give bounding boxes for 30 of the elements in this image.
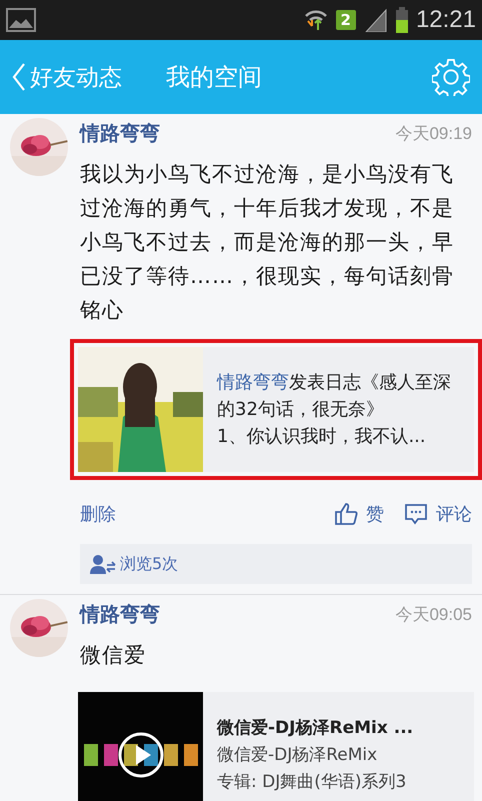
article-summary: 情路弯弯发表日志《感人至深的32句话，很无奈》 <box>217 371 452 422</box>
post-text: 微信爱 <box>80 642 147 669</box>
article-excerpt: 1、你认识我时，我不认... <box>217 425 427 449</box>
play-icon[interactable] <box>118 732 164 778</box>
settings-icon <box>432 58 470 96</box>
gallery-icon <box>6 8 36 32</box>
song-subtitle: 微信爱-DJ杨泽ReMix <box>217 744 378 766</box>
view-count: 浏览5次 <box>120 554 178 574</box>
delete-link[interactable]: 删除 <box>80 502 116 526</box>
author-link[interactable]: 情路弯弯 <box>217 372 289 393</box>
page-title: 我的空间 <box>166 62 262 93</box>
author-name[interactable]: 情路弯弯 <box>80 120 160 147</box>
music-card[interactable]: 微信爱-DJ杨泽ReMix ... 微信爱-DJ杨泽ReMix 专辑: DJ舞曲(华语)系列3 <box>78 692 474 801</box>
article-card[interactable]: 情路弯弯发表日志《感人至深的32句话，很无奈》 1、你认识我时，我不认... <box>78 347 474 472</box>
comment-icon <box>404 502 428 526</box>
post-time: 今天09:05 <box>395 604 472 626</box>
signal-icon <box>364 8 388 32</box>
song-title: 微信爱-DJ杨泽ReMix ... <box>217 716 414 740</box>
thumbs-up-icon <box>334 502 358 526</box>
visitor-icon <box>90 554 116 574</box>
album-name: 专辑: DJ舞曲(华语)系列3 <box>217 770 408 794</box>
wifi-icon <box>304 8 328 32</box>
post-time: 今天09:19 <box>395 123 472 145</box>
status-time: 12:21 <box>416 6 476 34</box>
sim-badge: 2 <box>336 10 356 30</box>
battery-icon <box>396 7 408 33</box>
comment-button[interactable]: 评论 <box>404 502 472 526</box>
like-button[interactable]: 赞 <box>334 502 384 526</box>
post-text: 我以为小鸟飞不过沧海，是小鸟没有飞过沧海的勇气，十年后我才发现，不是小鸟飞不过去，而是沧海的那一头，早已没了等待……，很现实，每句话刻骨铭心 <box>80 161 455 324</box>
author-name[interactable]: 情路弯弯 <box>80 601 160 628</box>
